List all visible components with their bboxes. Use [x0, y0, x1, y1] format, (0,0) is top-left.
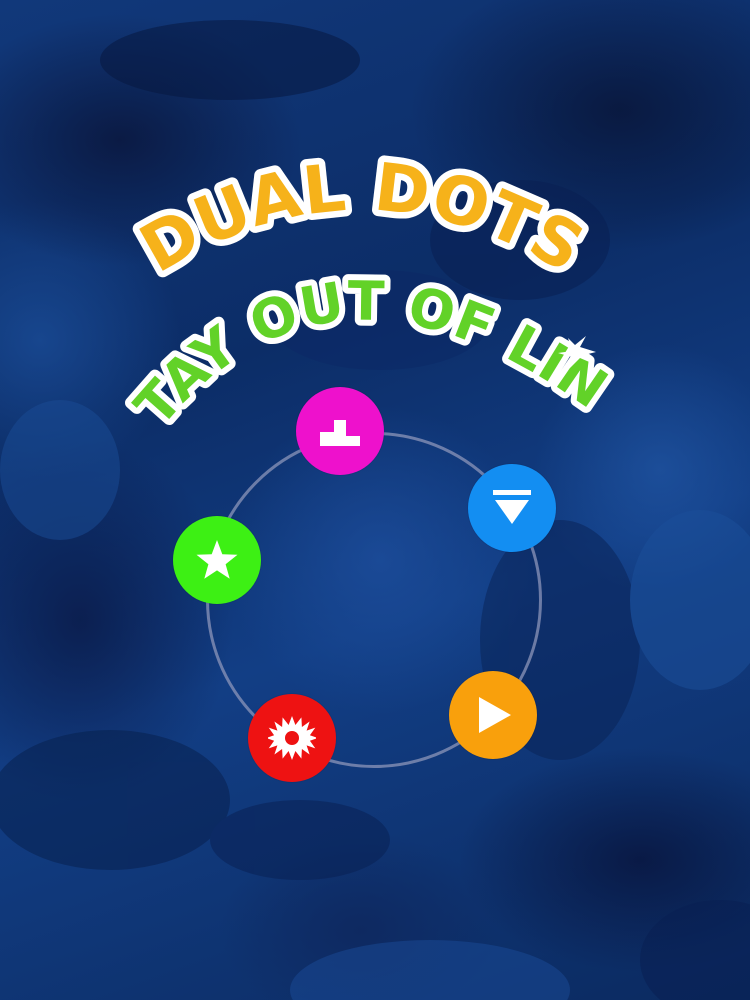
leaderboard-button[interactable] [296, 387, 384, 475]
download-button[interactable] [468, 464, 556, 552]
settings-button[interactable] [248, 694, 336, 782]
star-icon [196, 540, 238, 579]
game-screen: DUAL DOTS STAY OUT OF LINE [0, 0, 750, 1000]
podium-icon [320, 420, 360, 446]
favorites-button[interactable] [173, 516, 261, 604]
download-arrow-icon [493, 490, 531, 524]
play-icon [479, 697, 511, 733]
play-button[interactable] [449, 671, 537, 759]
title-line-1: DUAL DOTS [128, 148, 598, 287]
gear-icon [268, 716, 316, 760]
